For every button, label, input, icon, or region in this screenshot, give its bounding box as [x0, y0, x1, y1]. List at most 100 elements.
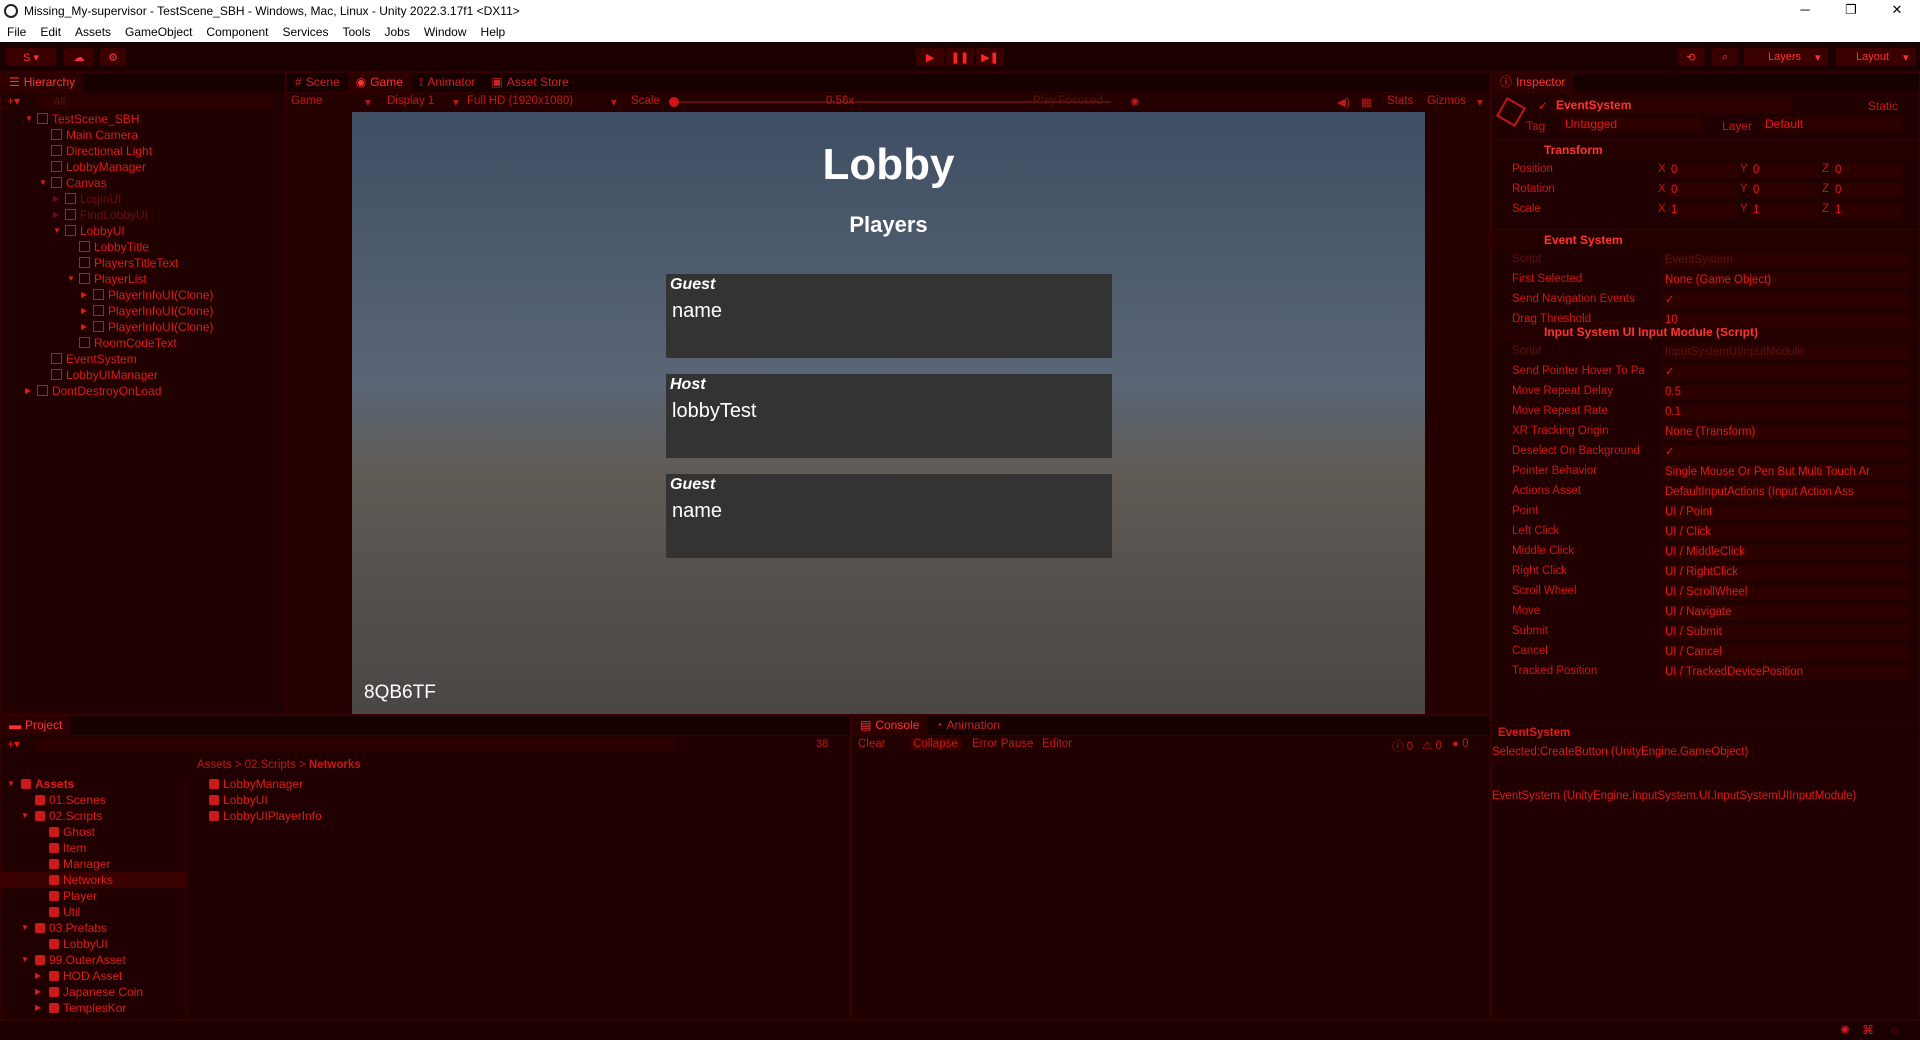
expand-arrow-icon[interactable]: ▼ [21, 920, 29, 936]
axis-y-field[interactable]: 1 [1750, 203, 1820, 218]
axis-z-field[interactable]: 1 [1832, 203, 1902, 218]
console-message[interactable]: EventSystem (UnityEngine.InputSystem.UI.… [1492, 790, 1920, 806]
tab-inspector[interactable]: ⓘ Inspector [1492, 73, 1574, 92]
property-value[interactable]: UI / Point [1662, 505, 1909, 520]
menu-component[interactable]: Component [199, 25, 275, 39]
script-file-item[interactable]: LobbyManager [209, 776, 322, 792]
folder-item[interactable]: Ghost [1, 824, 186, 840]
tag-dropdown[interactable]: Untagged [1562, 117, 1702, 132]
settings-icon[interactable]: ⚙ [100, 48, 126, 66]
expand-arrow-icon[interactable]: ▶ [35, 968, 41, 984]
hierarchy-item[interactable]: PlayersTitleText [1, 255, 285, 271]
minimize-button[interactable]: ─ [1782, 0, 1828, 22]
maximize-button[interactable]: ❐ [1828, 0, 1874, 22]
property-value[interactable]: UI / RightClick [1662, 565, 1909, 580]
log-count[interactable]: ⓘ 0 [1392, 738, 1413, 754]
hierarchy-item[interactable]: Main Camera [1, 127, 285, 143]
layers-dropdown[interactable]: Layers ▾ [1744, 48, 1828, 66]
event-system-header[interactable]: Event System [1492, 229, 1919, 249]
hierarchy-item[interactable]: ▼ PlayerList [1, 271, 285, 287]
folder-item[interactable]: 01.Scenes [1, 792, 186, 808]
hierarchy-item[interactable]: RoomCodeText [1, 335, 285, 351]
property-value[interactable]: ✓ [1662, 445, 1909, 460]
expand-arrow-icon[interactable]: ▶ [53, 191, 59, 207]
menu-file[interactable]: File [0, 25, 33, 39]
network-icon[interactable]: ⌘ [1862, 1023, 1874, 1037]
expand-arrow-icon[interactable]: ▶ [53, 207, 59, 223]
hierarchy-item[interactable]: EventSystem [1, 351, 285, 367]
property-value[interactable]: UI / TrackedDevicePosition [1662, 665, 1909, 680]
menu-assets[interactable]: Assets [68, 25, 118, 39]
expand-arrow-icon[interactable]: ▼ [7, 776, 15, 792]
property-value[interactable]: ✓ [1662, 365, 1909, 380]
stats-button[interactable]: Stats [1387, 95, 1413, 107]
project-search-input[interactable] [37, 738, 677, 752]
expand-arrow-icon[interactable]: ▶ [35, 1000, 41, 1016]
folder-item[interactable]: ▶ TemplesKor [1, 1000, 186, 1016]
axis-z-field[interactable]: 0 [1832, 183, 1902, 198]
tab-game[interactable]: ◉ Game [347, 73, 411, 92]
expand-arrow-icon[interactable]: ▶ [81, 303, 87, 319]
property-value[interactable]: InputSystemUIInputModule [1662, 345, 1909, 360]
tab-console[interactable]: ▤ Console [852, 716, 928, 735]
add-icon[interactable]: +▾ [7, 94, 20, 108]
expand-arrow-icon[interactable]: ▼ [53, 223, 61, 239]
resolution-dropdown[interactable]: Full HD (1920x1080) [467, 95, 573, 107]
property-value[interactable]: UI / Submit [1662, 625, 1909, 640]
audio-icon[interactable]: ◀) [1337, 95, 1350, 109]
hierarchy-item[interactable]: LobbyManager [1, 159, 285, 175]
play-focused-dropdown[interactable]: Play Focused [1033, 95, 1103, 107]
active-checkbox[interactable]: ✓ [1538, 99, 1548, 113]
axis-x-field[interactable]: 0 [1668, 163, 1738, 178]
error-pause-button[interactable]: Error Pause [972, 738, 1033, 750]
transform-header[interactable]: Transform [1492, 139, 1919, 159]
folder-item[interactable]: ▼ 02.Scripts [1, 808, 186, 824]
tab-animation[interactable]: ◔ Animation [927, 716, 1008, 735]
hierarchy-item[interactable]: LobbyUIManager [1, 367, 285, 383]
bug-icon[interactable]: ✺ [1130, 95, 1140, 109]
property-value[interactable]: 0.5 [1662, 385, 1909, 400]
menu-jobs[interactable]: Jobs [377, 25, 416, 39]
breadcrumb-scripts[interactable]: 02.Scripts [245, 759, 296, 771]
hierarchy-item[interactable]: ▼ LobbyUI [1, 223, 285, 239]
menu-help[interactable]: Help [474, 25, 513, 39]
hierarchy-item[interactable]: ▶ PlayerInfoUI(Clone) [1, 287, 285, 303]
breadcrumb-networks[interactable]: Networks [309, 759, 361, 771]
folder-item[interactable]: ▶ Japanese Coin [1, 984, 186, 1000]
step-button[interactable]: ▶❚ [976, 48, 1004, 66]
property-value[interactable]: DefaultInputActions (Input Action Ass [1662, 485, 1909, 500]
collapse-button[interactable]: Collapse [910, 738, 961, 750]
axis-y-field[interactable]: 0 [1750, 163, 1820, 178]
pause-button[interactable]: ❚❚ [946, 48, 974, 66]
account-button[interactable]: S ▾ [6, 48, 56, 66]
menu-gameobject[interactable]: GameObject [118, 25, 199, 39]
hierarchy-item[interactable]: ▶ PlayerInfoUI(Clone) [1, 319, 285, 335]
hierarchy-item[interactable]: ▶ LoginUI [1, 191, 285, 207]
property-value[interactable]: Single Mouse Or Pen But Multi Touch Ar [1662, 465, 1909, 480]
display-dropdown[interactable]: Display 1 [387, 95, 434, 107]
game-mode-dropdown[interactable]: Game [291, 95, 322, 107]
property-value[interactable]: UI / MiddleClick [1662, 545, 1909, 560]
script-file-item[interactable]: LobbyUIPlayerInfo [209, 808, 322, 824]
expand-arrow-icon[interactable]: ▶ [81, 287, 87, 303]
hierarchy-item[interactable]: ▶ DontDestroyOnLoad [1, 383, 285, 399]
axis-x-field[interactable]: 0 [1668, 183, 1738, 198]
property-value[interactable]: None (Transform) [1662, 425, 1909, 440]
expand-arrow-icon[interactable]: ▶ [81, 319, 87, 335]
object-name-field[interactable]: EventSystem [1552, 97, 1792, 113]
console-message[interactable]: Selected:CreateButton (UnityEngine.GameO… [1492, 746, 1920, 762]
property-value[interactable]: 0.1 [1662, 405, 1909, 420]
hierarchy-search-input[interactable]: All [37, 95, 273, 109]
expand-arrow-icon[interactable]: ▼ [21, 808, 29, 824]
hierarchy-item[interactable]: Directional Light [1, 143, 285, 159]
expand-arrow-icon[interactable]: ▼ [39, 175, 47, 191]
scale-slider-thumb[interactable] [669, 97, 679, 107]
menu-window[interactable]: Window [417, 25, 474, 39]
search-icon[interactable]: ⌕ [1712, 48, 1738, 66]
tab-asset-store[interactable]: ▣ Asset Store [483, 73, 576, 92]
layout-dropdown[interactable]: Layout ▾ [1836, 48, 1916, 66]
menu-tools[interactable]: Tools [335, 25, 377, 39]
history-icon[interactable]: ⟲ [1678, 48, 1704, 66]
folder-item[interactable]: ▼ Assets [1, 776, 186, 792]
tab-project[interactable]: ▬ Project [1, 716, 71, 735]
